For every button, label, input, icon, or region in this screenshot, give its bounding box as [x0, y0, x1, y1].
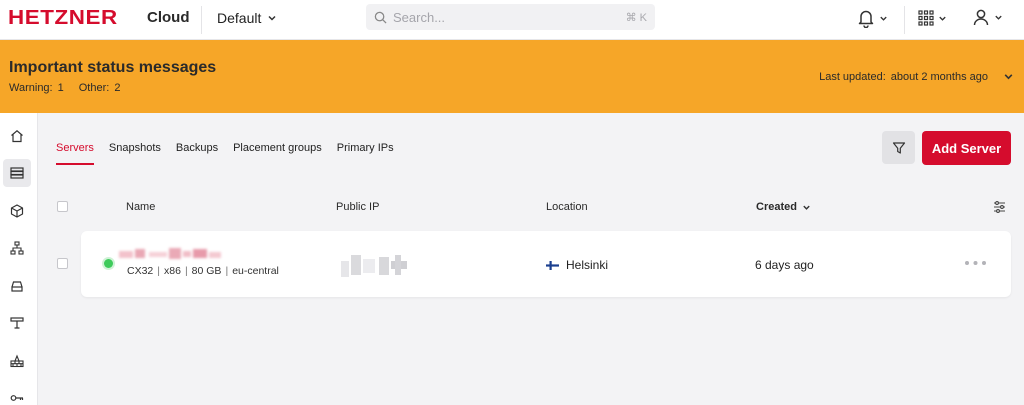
- column-settings-icon[interactable]: [993, 201, 1006, 213]
- warning-count: 1: [57, 82, 64, 94]
- banner-title: Important status messages: [9, 59, 217, 76]
- tab-backups[interactable]: Backups: [176, 142, 218, 165]
- sidebar-item-load-balancers[interactable]: [3, 309, 31, 337]
- finland-flag-icon: [546, 260, 559, 270]
- last-updated-value: about 2 months ago: [890, 71, 988, 83]
- divider: [904, 6, 905, 34]
- filter-icon: [892, 141, 905, 154]
- spec-separator: |: [157, 265, 160, 277]
- warning-label: Warning:: [9, 82, 53, 94]
- load-balancer-icon: [10, 317, 24, 329]
- server-location: Helsinki: [546, 258, 608, 272]
- search-input[interactable]: [393, 9, 593, 25]
- chevron-down-icon: [880, 16, 887, 21]
- server-tabs: Servers Snapshots Backups Placement grou…: [56, 142, 394, 165]
- redacted-server-name: [119, 248, 221, 259]
- top-bar: HETZNER Cloud Default ⌘ K: [0, 0, 1024, 40]
- status-banner[interactable]: Important status messages Warning: 1 Oth…: [0, 40, 1024, 113]
- product-name: Cloud: [147, 9, 190, 26]
- tab-placement-groups[interactable]: Placement groups: [233, 142, 322, 165]
- sidebar-item-servers[interactable]: [3, 159, 31, 187]
- apps-menu-button[interactable]: [918, 10, 947, 26]
- add-server-button[interactable]: Add Server: [922, 131, 1011, 165]
- chevron-down-icon[interactable]: [1003, 71, 1014, 82]
- server-disk: 80 GB: [191, 265, 222, 277]
- tab-primary-ips[interactable]: Primary IPs: [337, 142, 394, 165]
- box-icon: [10, 204, 24, 218]
- sidebar-item-storage[interactable]: [3, 197, 31, 225]
- last-updated-label: Last updated:: [819, 71, 886, 83]
- column-header-name[interactable]: Name: [126, 201, 155, 213]
- network-icon: [10, 241, 24, 255]
- search-shortcut: ⌘ K: [625, 11, 647, 24]
- grid-icon: [918, 10, 934, 26]
- user-menu-button[interactable]: [972, 8, 1003, 26]
- status-indicator: [104, 259, 113, 268]
- hetzner-logo[interactable]: HETZNER: [8, 7, 118, 30]
- spec-separator: |: [225, 265, 229, 277]
- chevron-down-icon: [939, 16, 946, 21]
- select-all-checkbox[interactable]: [57, 201, 68, 212]
- sidebar-item-firewalls[interactable]: [3, 347, 31, 375]
- table-row[interactable]: CX32 | x86 | 80 GB | eu-central Helsinki…: [81, 231, 1011, 297]
- key-icon: [10, 395, 24, 401]
- spec-separator: |: [184, 265, 188, 277]
- filter-button[interactable]: [882, 131, 915, 164]
- divider: [201, 6, 202, 34]
- redacted-public-ip: [341, 255, 407, 277]
- project-selector[interactable]: Default: [217, 10, 277, 26]
- search-bar[interactable]: ⌘ K: [366, 4, 655, 30]
- sidebar-item-networks[interactable]: [3, 234, 31, 262]
- search-icon: [374, 11, 387, 24]
- server-specs: CX32 | x86 | 80 GB | eu-central: [127, 265, 279, 277]
- column-header-location[interactable]: Location: [546, 201, 588, 213]
- column-header-created-label: Created: [756, 201, 797, 213]
- last-updated: Last updated: about 2 months ago: [819, 71, 988, 83]
- column-header-public-ip[interactable]: Public IP: [336, 201, 379, 213]
- other-label: Other:: [78, 82, 110, 94]
- server-type: CX32: [127, 265, 154, 277]
- column-header-created[interactable]: Created: [756, 201, 811, 213]
- server-created: 6 days ago: [755, 258, 814, 272]
- bell-icon: [858, 10, 874, 28]
- server-zone: eu-central: [232, 265, 279, 277]
- home-icon: [11, 130, 23, 143]
- other-count: 2: [114, 82, 121, 94]
- firewall-icon: [10, 354, 24, 368]
- sidebar-item-home[interactable]: [3, 122, 31, 150]
- more-options-icon[interactable]: [964, 255, 988, 271]
- banner-counts: Warning: 1 Other: 2: [9, 82, 120, 94]
- servers-icon: [10, 167, 24, 179]
- tab-snapshots[interactable]: Snapshots: [109, 142, 161, 165]
- sidebar: [0, 113, 38, 405]
- chevron-down-icon: [803, 205, 810, 210]
- volume-icon: [11, 281, 23, 292]
- sidebar-item-volumes[interactable]: [3, 272, 31, 300]
- user-icon: [973, 9, 989, 26]
- project-name: Default: [217, 10, 262, 26]
- chevron-down-icon: [268, 15, 276, 21]
- chevron-down-icon: [995, 15, 1002, 20]
- server-arch: x86: [164, 265, 181, 277]
- sidebar-item-ssh-keys[interactable]: [3, 384, 31, 405]
- row-checkbox[interactable]: [57, 258, 68, 269]
- location-name: Helsinki: [566, 258, 609, 272]
- notifications-button[interactable]: [857, 8, 888, 28]
- tab-servers[interactable]: Servers: [56, 142, 94, 165]
